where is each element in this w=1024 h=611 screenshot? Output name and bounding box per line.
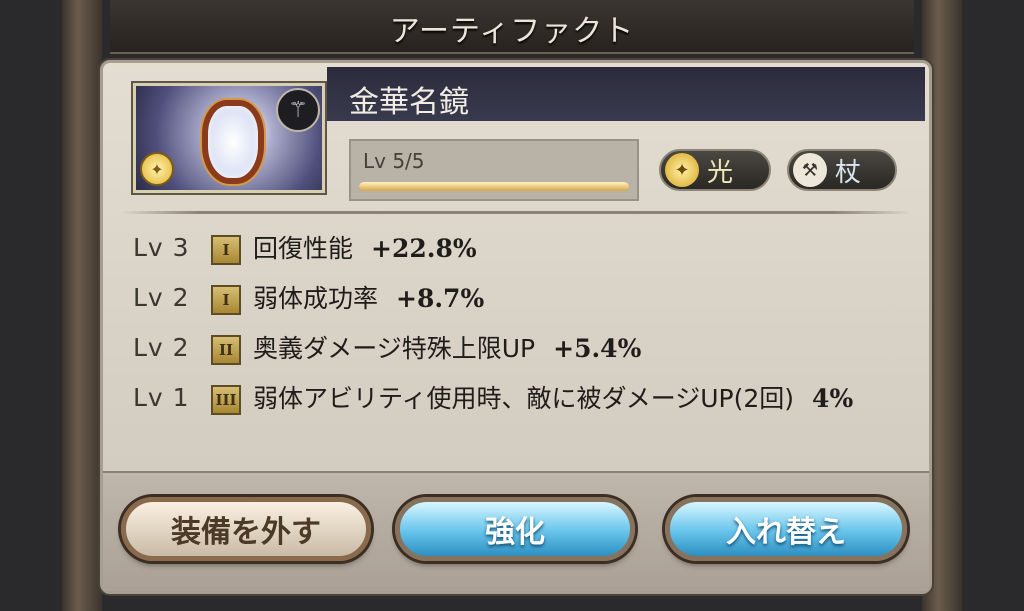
skill-row: Lv 2 II 奥義ダメージ特殊上限UP +5.4% [133,333,909,369]
weapon-type-label: 杖 [835,157,862,188]
skill-name: 回復性能 [253,234,354,263]
skill-value: +22.8% [371,234,477,263]
unequip-button[interactable]: 装備を外す [121,497,371,561]
skill-tier-icon: I [211,285,241,315]
action-bar: 装備を外す 強化 入れ替え [103,471,929,591]
skill-value: +5.4% [553,334,642,363]
artifact-thumbnail[interactable]: ⚚ ✦ [133,83,325,193]
staff-icon: ⚚ [276,88,320,132]
skill-tier-icon: III [211,385,241,415]
skill-row: Lv 1 III 弱体アビリティ使用時、敵に被ダメージUP(2回) 4% [133,383,909,419]
staff-icon: ⚒ [793,153,827,187]
frame-left [62,0,102,611]
header-bar: アーティファクト [110,0,914,54]
artifact-name: 金華名鏡 [349,85,469,120]
skill-name: 弱体アビリティ使用時、敵に被ダメージUP(2回) [253,384,795,413]
skill-level: Lv 2 [133,283,190,312]
level-label: Lv 5/5 [363,149,425,173]
light-element-icon: ✦ [665,153,699,187]
page-title: アーティファクト [389,14,635,49]
skill-name: 弱体成功率 [253,284,379,313]
skill-row: Lv 2 I 弱体成功率 +8.7% [133,283,909,319]
artifact-panel: 金華名鏡 ⚚ ✦ Lv 5/5 ✦ 光 ⚒ 杖 Lv 3 I 回復性能 +22.8… [100,60,932,594]
skill-value: 4% [812,384,854,413]
upgrade-button[interactable]: 強化 [395,497,635,561]
level-progress-fill [359,182,629,191]
level-box: Lv 5/5 [349,139,639,201]
skill-value: +8.7% [396,284,485,313]
skill-tier-icon: II [211,335,241,365]
element-badge: ✦ 光 [659,149,771,191]
element-label: 光 [707,157,734,188]
skill-level: Lv 1 [133,383,190,412]
swap-button[interactable]: 入れ替え [665,497,907,561]
light-element-icon: ✦ [140,152,174,186]
weapon-type-badge: ⚒ 杖 [787,149,897,191]
skill-tier-icon: I [211,235,241,265]
ornate-mirror-image [202,100,264,184]
level-progress-bar [359,182,629,191]
skill-level: Lv 2 [133,333,190,362]
skill-name: 奥義ダメージ特殊上限UP [253,334,536,363]
skill-row: Lv 3 I 回復性能 +22.8% [133,233,909,269]
divider [121,211,911,214]
skill-list: Lv 3 I 回復性能 +22.8% Lv 2 I 弱体成功率 +8.7% Lv 2… [133,233,909,433]
skill-level: Lv 3 [133,233,190,262]
